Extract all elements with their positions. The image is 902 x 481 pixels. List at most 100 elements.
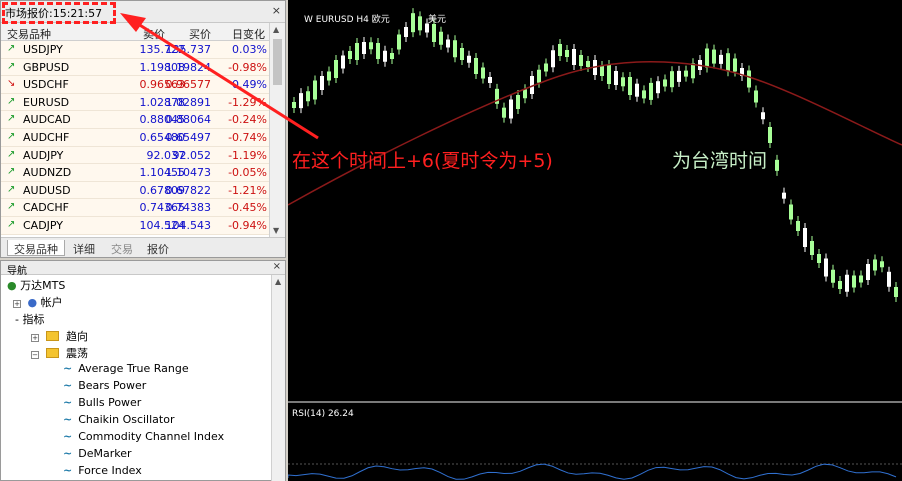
table-row[interactable]: ↗ AUDUSD 0.67809 0.67822 -1.21% [1,181,269,200]
candle-body [586,61,590,67]
symbol-cell: AUDNZD [23,166,72,180]
candle-body [607,65,611,84]
candle-body [355,43,359,60]
scroll-down-icon[interactable]: ▼ [273,226,279,235]
ask-cell: 1.02891 [165,95,212,109]
candle-body [418,16,422,31]
collapse-icon[interactable]: − [31,351,39,359]
folder-oscillators-label: 震荡 [66,347,88,360]
indicator-label: Bulls Power [78,396,142,409]
table-row[interactable]: ↗ CADCHF 0.74365 0.74383 -0.45% [1,199,269,217]
candle-body [887,271,891,287]
candle-body [565,50,569,57]
candle-body [719,54,723,64]
candle-body [649,82,653,100]
scroll-up-icon[interactable]: ▲ [275,277,281,286]
table-row[interactable]: ↘ USDCHF 0.96563 0.96577 0.49% [1,76,269,94]
table-row[interactable]: ↗ GBPUSD 1.19808 1.19824 -0.98% [1,58,269,77]
candle-body [880,261,884,268]
market-watch-scrollbar[interactable]: ▲ ▼ [269,23,285,237]
folder-icon [45,331,59,341]
symbol-cell: USDCHF [23,78,69,92]
close-icon[interactable]: × [273,261,281,272]
tree-indicator-item[interactable]: ~ Bears Power [63,379,146,395]
indicator-icon: ~ [63,464,73,477]
user-icon: ● [27,296,38,309]
candle-body [628,77,632,95]
change-cell: -0.05% [228,166,267,180]
table-row[interactable]: ↗ AUDJPY 92.037 92.052 -1.19% [1,146,269,165]
close-icon[interactable]: × [272,4,281,17]
candle-body [341,55,345,69]
tree-indicator-item[interactable]: ~ Commodity Channel Index [63,430,224,446]
change-cell: -0.74% [228,130,267,144]
pane-separator [288,401,902,403]
header-symbol[interactable]: 交易品种 [7,26,51,42]
header-change[interactable]: 日变化 [232,26,265,42]
tab-symbols[interactable]: 交易品种 [7,240,65,256]
candle-body [782,192,786,199]
indicator-icon: ~ [63,379,73,392]
candle-body [733,58,737,72]
tree-indicator-item[interactable]: ~ Average True Range [63,362,189,378]
chart-currency: 美元 [428,15,447,25]
candle-body [852,275,856,288]
tab-details[interactable]: 详细 [67,240,101,256]
header-ask[interactable]: 买价 [189,26,211,42]
arrow-up-icon: ↗ [7,60,16,72]
candle-body [523,89,527,99]
market-watch-panel: 市场报价:15:21:57 × 交易品种 卖价 买价 日变化 ↗ USDJPY 13… [0,0,286,258]
scroll-thumb[interactable] [273,39,282,85]
symbol-cell: GBPUSD [23,60,70,74]
price-chart[interactable] [288,0,902,481]
candle-body [320,76,324,90]
candle-body [313,80,317,100]
candle-body [712,49,716,64]
market-watch-tabs: 交易品种 详细 交易 报价 [1,237,285,257]
table-row[interactable]: ↗ AUDNZD 1.10455 1.10473 -0.05% [1,164,269,182]
symbol-cell: AUDUSD [23,183,71,197]
change-cell: -1.19% [228,148,267,162]
expand-icon[interactable]: + [13,300,21,308]
ask-cell: 0.96577 [165,78,212,92]
table-row[interactable]: ↗ AUDCHF 0.65480 0.65497 -0.74% [1,128,269,147]
indicator-label: Commodity Channel Index [78,430,225,443]
change-cell: 0.03% [232,43,267,56]
candle-body [838,281,842,289]
tab-ticks[interactable]: 报价 [141,240,175,256]
candle-body [292,102,296,108]
candle-body [362,42,366,54]
tree-indicator-item[interactable]: ~ DeMarker [63,447,131,463]
candle-body [796,221,800,231]
table-row[interactable]: ↗ AUDCAD 0.88045 0.88064 -0.24% [1,111,269,129]
tree-indicator-item[interactable]: ~ Bulls Power [63,396,141,412]
tree-folder-trend[interactable]: + 趋向 [31,328,88,344]
expand-icon[interactable]: + [31,334,39,342]
collapse-icon[interactable]: - [15,313,19,326]
candle-body [334,60,338,78]
tree-folder-oscillators[interactable]: − 震荡 [31,345,88,361]
tree-indicator-item[interactable]: ~ Chaikin Oscillator [63,413,174,429]
tree-broker[interactable]: ● 万达MTS [7,277,65,293]
ask-cell: 104.543 [165,218,212,232]
header-bid[interactable]: 卖价 [143,26,165,42]
scroll-up-icon[interactable]: ▲ [273,25,279,34]
candle-body [509,99,513,119]
table-row[interactable]: ↗ USDJPY 135.722 135.737 0.03% [1,41,269,59]
symbol-cell: AUDJPY [23,148,64,162]
candle-body [453,40,457,58]
highlight-box [2,2,116,24]
candle-body [831,269,835,283]
arrow-up-icon: ↗ [7,166,16,178]
candle-body [537,69,541,83]
chart-window[interactable]: W EURUSD H4 欧元 美元 RSI(14) 26.24 在这个时间上+6… [288,0,902,481]
candle-body [383,50,387,62]
tree-indicator-item[interactable]: ~ Force Index [63,464,142,480]
navigator-scrollbar[interactable]: ▲ [271,275,285,481]
tree-indicators[interactable]: - 指标 [15,311,44,327]
table-row[interactable]: ↗ EURUSD 1.02878 1.02891 -1.29% [1,93,269,112]
tree-accounts[interactable]: + ● 帐户 [13,294,63,310]
table-row[interactable]: ↗ CADJPY 104.524 104.543 -0.94% [1,216,269,235]
candle-body [873,259,877,271]
tab-trading[interactable]: 交易 [105,240,139,256]
